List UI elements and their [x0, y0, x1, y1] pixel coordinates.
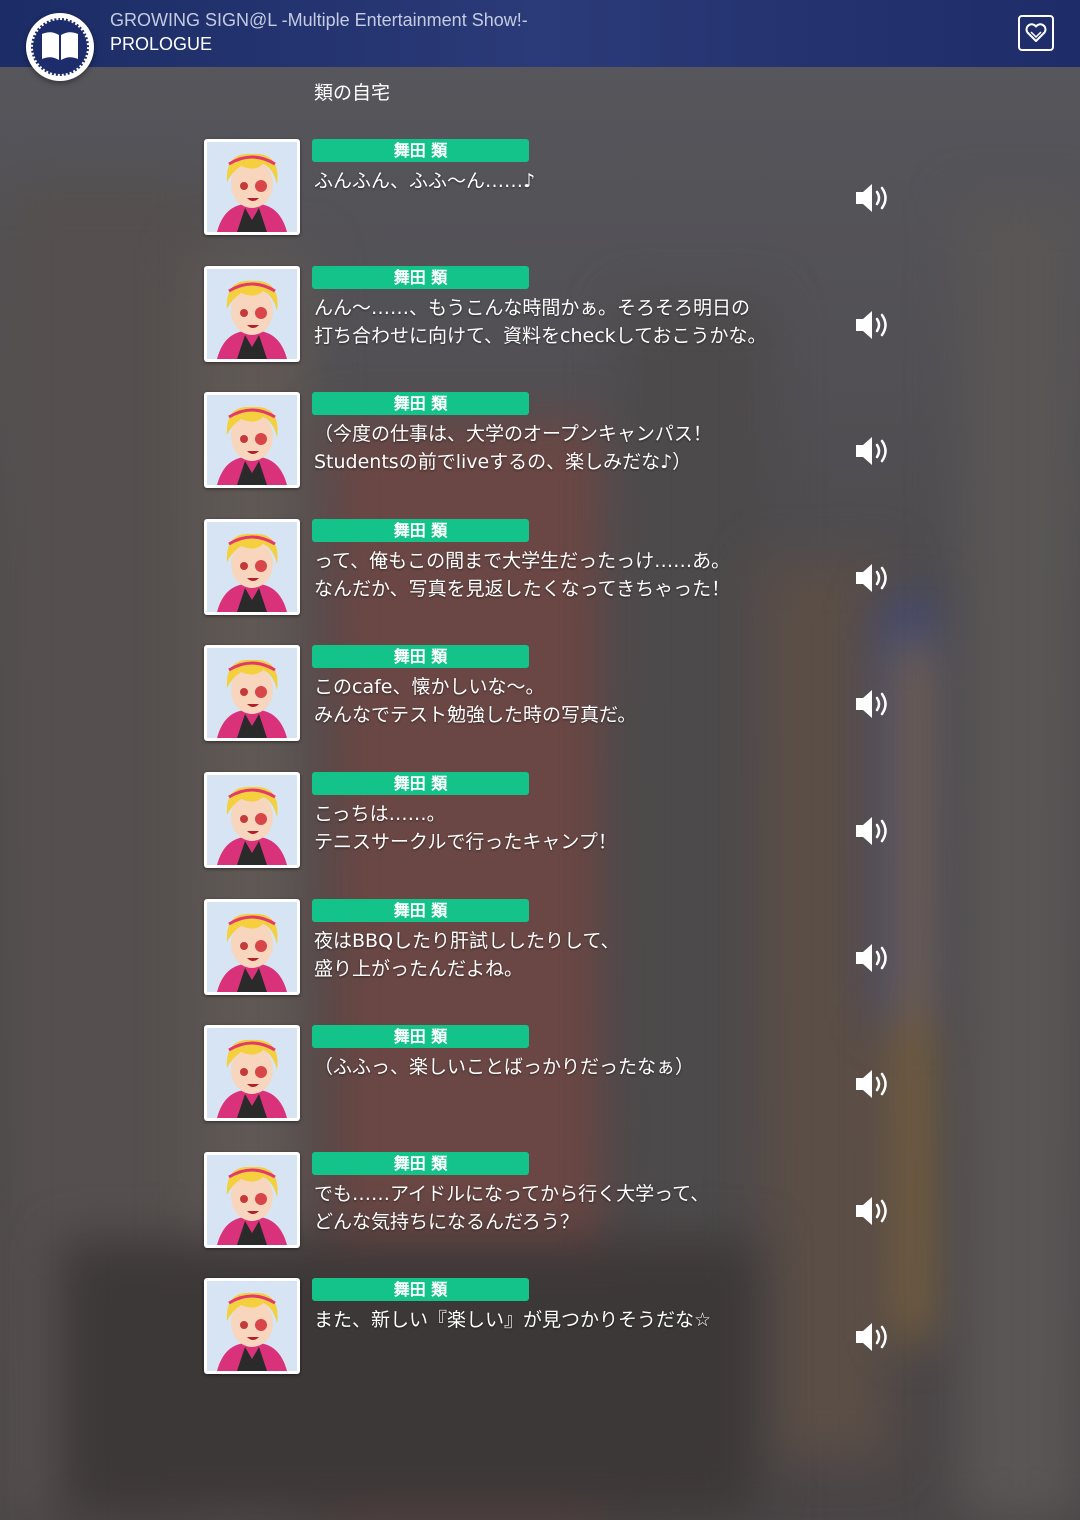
voice-play-button[interactable]	[854, 561, 894, 595]
dialogue-entry: 舞田 類 んん～……、もうこんな時間かぁ。そろそろ明日の 打ち合わせに向けて、資料…	[204, 265, 904, 362]
character-portrait-icon	[207, 1028, 297, 1119]
dialogue-line: なんだか、写真を見返したくなってきちゃった！	[314, 577, 731, 600]
speaker-name-tag: 舞田 類	[312, 772, 529, 795]
story-menu-button[interactable]	[26, 13, 94, 81]
scene-location: 類の自宅	[314, 82, 391, 104]
speaker-icon	[856, 1196, 887, 1225]
character-portrait-icon	[207, 521, 297, 612]
voice-play-button[interactable]	[854, 1067, 894, 1101]
dialogue-line: みんなでテスト勉強した時の写真だ。	[314, 704, 637, 727]
header-bar: GROWING SIGN@L -Multiple Entertainment S…	[0, 0, 1080, 67]
dialogue-entry: 舞田 類 でも……アイドルになってから行く大学って、 どんな気持ちになるんだろう？	[204, 1151, 904, 1248]
speaker-name-tag: 舞田 類	[312, 645, 529, 669]
avatar	[204, 139, 300, 235]
speaker-icon	[856, 690, 887, 719]
dialogue-text: このcafe、懐かしいな～。みんなでテスト勉強した時の写真だ。	[314, 673, 834, 729]
speaker-icon	[856, 310, 887, 339]
voice-play-button[interactable]	[854, 308, 894, 342]
dialogue-line: でも……アイドルになってから行く大学って、	[314, 1182, 710, 1205]
character-portrait-icon	[207, 142, 297, 232]
avatar	[204, 645, 300, 742]
avatar	[204, 1151, 300, 1248]
speaker-icon	[856, 1323, 887, 1352]
speaker-icon	[856, 184, 887, 212]
dialogue-line: （今度の仕事は、大学のオープンキャンパス！	[314, 423, 712, 446]
dialogue-entry: 舞田 類 また、新しい『楽しい』が見つかりそうだな☆	[204, 1278, 904, 1375]
speaker-name-tag: 舞田 類	[312, 265, 529, 289]
dialogue-line: 打ち合わせに向けて、資料をcheckしておこうかな。	[314, 324, 767, 347]
character-portrait-icon	[207, 268, 297, 359]
character-portrait-icon	[207, 901, 297, 992]
dialogue-text: って、俺もこの間まで大学生だったっけ……あ。 なんだか、写真を見返したくなってきち…	[314, 547, 834, 603]
avatar	[204, 518, 300, 615]
speaker-name-tag: 舞田 類	[312, 1278, 529, 1302]
dialogue-line: テニスサークルで行ったキャンプ！	[314, 831, 617, 853]
dialogue-text: （ふふっ、楽しいことばっかりだったなぁ）	[314, 1053, 834, 1081]
speaker-icon	[856, 1070, 887, 1099]
character-portrait-icon	[207, 1154, 297, 1245]
dialogue-text: 夜はBBQしたり肝試ししたりして、 盛り上がったんだよね。	[314, 927, 834, 983]
dialogue-line: Studentsの前でliveするの、楽しみだな♪）	[314, 451, 692, 474]
dialogue-line: ふんふん、ふふ～ん……♪	[314, 170, 536, 192]
speaker-name-tag: 舞田 類	[312, 898, 529, 922]
speaker-name-tag: 舞田 類	[312, 1151, 529, 1175]
dialogue-text: （今度の仕事は、大学のオープンキャンパス！ Studentsの前でliveするの、…	[314, 420, 834, 476]
avatar	[204, 392, 300, 489]
avatar	[204, 1025, 300, 1122]
dialogue-text: また、新しい『楽しい』が見つかりそうだな☆	[314, 1306, 834, 1334]
speaker-name-tag: 舞田 類	[312, 1025, 529, 1049]
voice-play-button[interactable]	[854, 1320, 894, 1354]
avatar	[204, 898, 300, 995]
dialogue-line: 盛り上がったんだよね。	[314, 957, 524, 980]
dialogue-line: んん～……、もうこんな時間かぁ。そろそろ明日の	[314, 296, 751, 319]
avatar	[204, 772, 300, 868]
speaker-icon	[856, 817, 887, 845]
avatar	[204, 1278, 300, 1375]
story-title: GROWING SIGN@L -Multiple Entertainment S…	[110, 10, 528, 30]
voice-play-button[interactable]	[854, 181, 894, 215]
dialogue-entry: 舞田 類 （今度の仕事は、大学のオープンキャンパス！ Studentsの前でliv…	[204, 392, 904, 489]
dialogue-entry: 舞田 類 夜はBBQしたり肝試ししたりして、 盛り上がったんだよね。	[204, 898, 904, 995]
dialogue-text: んん～……、もうこんな時間かぁ。そろそろ明日の 打ち合わせに向けて、資料をchec…	[314, 294, 834, 350]
voice-play-button[interactable]	[854, 434, 894, 468]
dialogue-entry: 舞田 類 こっちは……。テニスサークルで行ったキャンプ！	[204, 772, 904, 868]
dialogue-line: 夜はBBQしたり肝試ししたりして、	[314, 929, 620, 952]
speaker-name-tag: 舞田 類	[312, 392, 529, 416]
dialogue-entry: 舞田 類 って、俺もこの間まで大学生だったっけ……あ。 なんだか、写真を見返したく…	[204, 518, 904, 615]
dialogue-text: でも……アイドルになってから行く大学って、 どんな気持ちになるんだろう？	[314, 1180, 834, 1236]
voice-play-button[interactable]	[854, 1194, 894, 1228]
speaker-icon	[856, 563, 887, 592]
speaker-name-tag: 舞田 類	[312, 139, 529, 162]
book-icon	[42, 32, 78, 60]
dialogue-line: また、新しい『楽しい』が見つかりそうだな☆	[314, 1309, 712, 1332]
dialogue-entry: 舞田 類 （ふふっ、楽しいことばっかりだったなぁ）	[204, 1025, 904, 1122]
chapter-title: PROLOGUE	[110, 34, 213, 54]
dialogue-entry: 舞田 類 ふんふん、ふふ～ん……♪	[204, 139, 904, 235]
voice-play-button[interactable]	[854, 814, 894, 848]
dialogue-line: このcafe、懐かしいな～。	[314, 676, 545, 699]
character-portrait-icon	[207, 648, 297, 739]
speaker-icon	[856, 943, 887, 972]
dialogue-line: って、俺もこの間まで大学生だったっけ……あ。	[314, 549, 731, 572]
favorite-button[interactable]	[1018, 15, 1054, 51]
dialogue-entry: 舞田 類 このcafe、懐かしいな～。みんなでテスト勉強した時の写真だ。	[204, 645, 904, 742]
avatar	[204, 265, 300, 362]
speaker-name-tag: 舞田 類	[312, 518, 529, 542]
heart-icon	[1025, 23, 1047, 42]
character-portrait-icon	[207, 1281, 297, 1372]
dialogue-line: こっちは……。	[314, 803, 446, 825]
character-portrait-icon	[207, 775, 297, 865]
dialogue-text: こっちは……。テニスサークルで行ったキャンプ！	[314, 800, 834, 856]
dialogue-line: （ふふっ、楽しいことばっかりだったなぁ）	[314, 1056, 695, 1079]
speaker-icon	[856, 437, 887, 466]
character-portrait-icon	[207, 395, 297, 486]
dialogue-line: どんな気持ちになるんだろう？	[314, 1210, 579, 1233]
voice-play-button[interactable]	[854, 687, 894, 721]
voice-play-button[interactable]	[854, 941, 894, 975]
dialogue-text: ふんふん、ふふ～ん……♪	[314, 167, 834, 195]
